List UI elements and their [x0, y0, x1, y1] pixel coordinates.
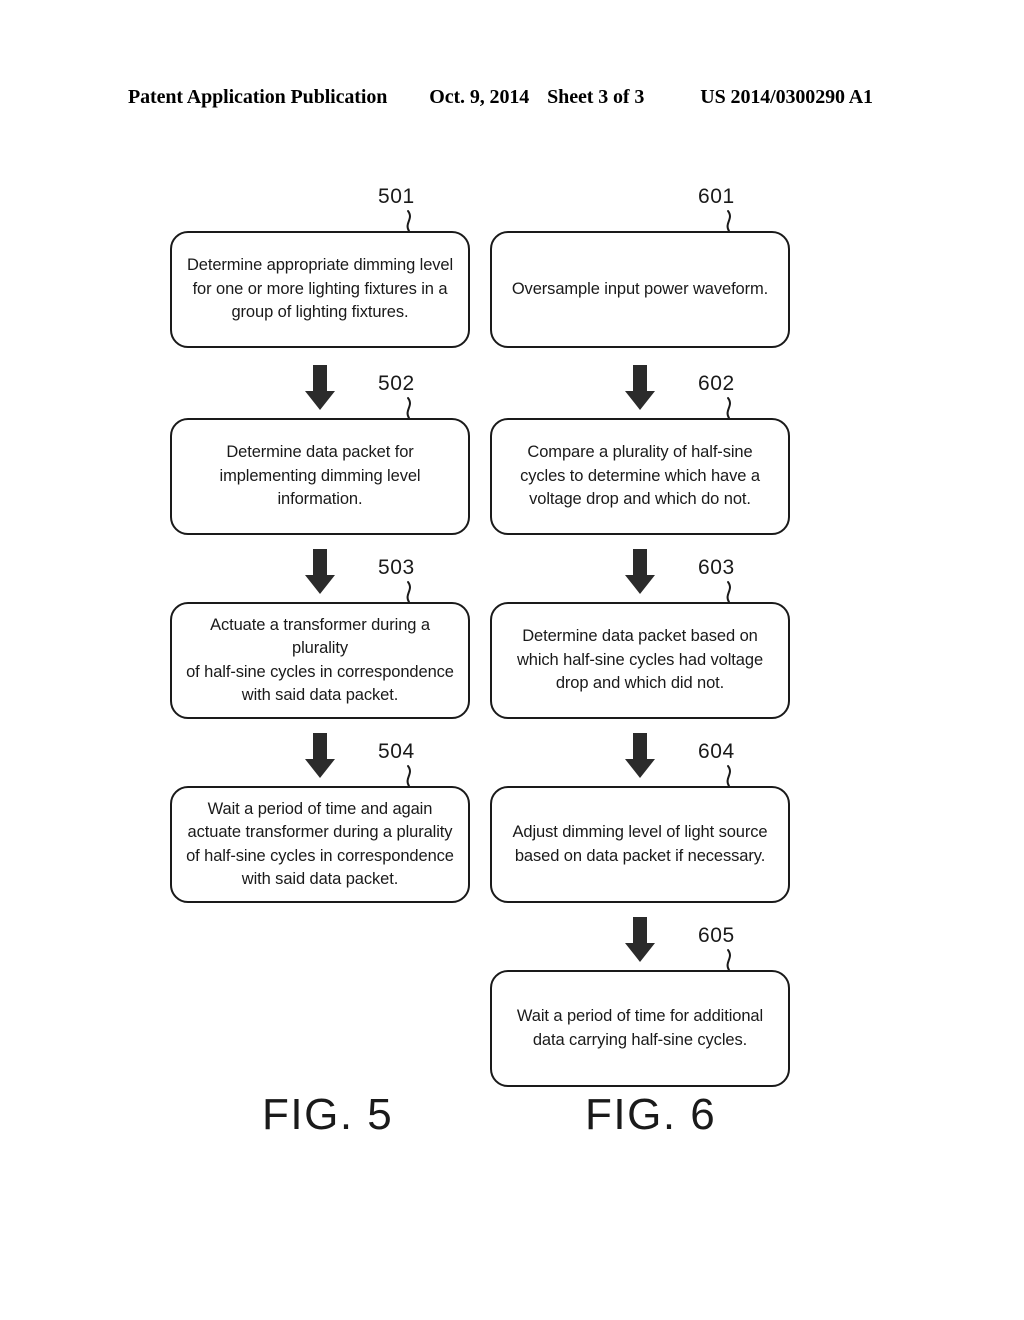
process-box-502-text: Determine data packet for implementing d…: [219, 443, 421, 509]
leader-line-502: [406, 397, 411, 419]
leader-line-605: [726, 949, 731, 971]
ref-numeral-604: 604: [698, 740, 735, 763]
flow-arrow-602-to-603: [625, 549, 655, 594]
process-box-504-text: Wait a period of time and again actuate …: [186, 799, 454, 888]
process-box-501-text: Determine appropriate dimming level for …: [186, 256, 454, 322]
figure-caption-6: FIG. 6: [585, 1090, 717, 1139]
process-box-502[interactable]: Determine data packet for implementing d…: [170, 418, 470, 535]
process-box-604[interactable]: Adjust dimming level of light source bas…: [490, 786, 790, 903]
flow-arrow-601-to-602: [625, 365, 655, 410]
process-box-501[interactable]: Determine appropriate dimming level for …: [170, 231, 470, 348]
process-box-605[interactable]: Wait a period of time for additional dat…: [490, 970, 790, 1087]
process-box-605-text: Wait a period of time for additional dat…: [516, 1007, 764, 1049]
flow-arrow-501-to-502: [305, 365, 335, 410]
process-box-601[interactable]: Oversample input power waveform.: [490, 231, 790, 348]
flowchart-figures: 501 Determine appropriate dimming level …: [0, 0, 1024, 1320]
ref-numeral-605: 605: [698, 924, 735, 947]
ref-numeral-601: 601: [698, 185, 735, 208]
process-box-603[interactable]: Determine data packet based on which hal…: [490, 602, 790, 719]
process-box-503[interactable]: Actuate a transformer during a plurality…: [170, 602, 470, 719]
process-box-602-text: Compare a plurality of half-sine cycles …: [520, 443, 760, 509]
leader-line-503: [406, 581, 411, 603]
figure-caption-5: FIG. 5: [262, 1090, 394, 1139]
flow-arrow-503-to-504: [305, 733, 335, 778]
leader-line-604: [726, 765, 731, 787]
leader-line-602: [726, 397, 731, 419]
process-box-503-text: Actuate a transformer during a plurality…: [186, 615, 454, 704]
process-box-603-text: Determine data packet based on which hal…: [516, 627, 764, 693]
leader-line-601: [726, 210, 731, 232]
flow-arrow-603-to-604: [625, 733, 655, 778]
flow-arrow-502-to-503: [305, 549, 335, 594]
ref-numeral-501: 501: [378, 185, 415, 208]
ref-numeral-603: 603: [698, 556, 735, 579]
process-box-504[interactable]: Wait a period of time and again actuate …: [170, 786, 470, 903]
ref-numeral-504: 504: [378, 740, 415, 763]
leader-line-504: [406, 765, 411, 787]
flow-arrow-604-to-605: [625, 917, 655, 962]
process-box-604-text: Adjust dimming level of light source bas…: [512, 823, 768, 865]
leader-line-603: [726, 581, 731, 603]
ref-numeral-503: 503: [378, 556, 415, 579]
ref-numeral-502: 502: [378, 372, 415, 395]
leader-line-501: [406, 210, 411, 232]
process-box-602[interactable]: Compare a plurality of half-sine cycles …: [490, 418, 790, 535]
process-box-601-text: Oversample input power waveform.: [511, 279, 769, 298]
ref-numeral-602: 602: [698, 372, 735, 395]
